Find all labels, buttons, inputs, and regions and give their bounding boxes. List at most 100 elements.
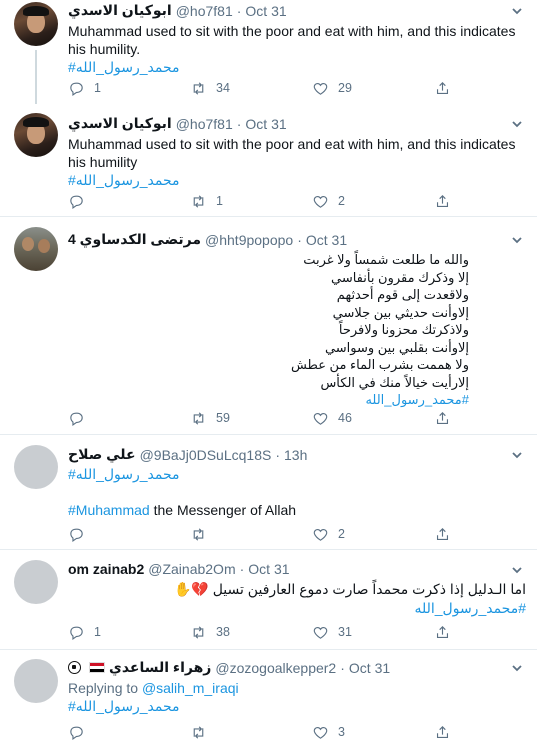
user-handle[interactable]: @9BaJj0DSuLcq18S	[140, 447, 272, 463]
like-button[interactable]: 2	[312, 524, 345, 544]
share-button[interactable]	[434, 408, 451, 428]
reply-button[interactable]: 1	[68, 78, 101, 98]
tweet-actions: 1 2	[68, 191, 488, 211]
separator-dot: ·	[236, 2, 242, 19]
reply-button[interactable]: 1	[68, 622, 101, 642]
display-name[interactable]: علي صلاح	[68, 446, 136, 463]
tweet-actions: 59 46	[68, 408, 488, 428]
retweet-button[interactable]	[190, 722, 216, 742]
hashtag-link[interactable]: #محمد_رسول_الله	[68, 697, 528, 715]
reply-button[interactable]	[68, 524, 94, 544]
more-options-icon[interactable]	[509, 232, 525, 248]
poem-line: ولاذكرتك محزونا ولافرحاً	[338, 322, 469, 337]
avatar[interactable]	[14, 659, 58, 703]
tweet-timestamp[interactable]: Oct 31	[245, 116, 286, 132]
tweet-3[interactable]: مرتضى الكدساوي 4 @hht9popopo · Oct 31 وا…	[0, 217, 537, 434]
retweet-count: 1	[216, 194, 223, 208]
broken-heart-hand-emoji: 💔✋	[173, 582, 209, 598]
share-button[interactable]	[434, 78, 451, 98]
retweet-count: 38	[216, 625, 230, 639]
tweet-text: اما الـدليل إذا ذكرت محمداً صارت دموع ال…	[68, 580, 526, 617]
tweet-2[interactable]: ابوكيان الاسدي @ho7f81 · Oct 31 Muhammad…	[0, 104, 537, 216]
retweet-button[interactable]: 59	[190, 408, 230, 428]
more-options-icon[interactable]	[509, 562, 525, 578]
tweet-5[interactable]: om zainab2 @Zainab2Om · Oct 31 اما الـدل…	[0, 550, 537, 649]
avatar[interactable]	[14, 560, 58, 604]
like-count: 2	[338, 194, 345, 208]
tweet-timestamp[interactable]: 13h	[284, 447, 307, 463]
tweet-body-text: Muhammad used to sit with the poor and e…	[68, 23, 516, 57]
tweet-text: والله ما طلعت شمساً ولا غربت إلا وذكرك م…	[68, 251, 469, 409]
tweet-text: #محمد_رسول_الله #Muhammad the Messenger …	[68, 465, 528, 519]
like-count: 29	[338, 81, 352, 95]
avatar[interactable]	[14, 445, 58, 489]
user-handle[interactable]: @ho7f81	[176, 3, 233, 19]
retweet-button[interactable]: 34	[190, 78, 230, 98]
display-name[interactable]: om zainab2	[68, 561, 144, 577]
avatar[interactable]	[14, 113, 58, 157]
hashtag-link[interactable]: #محمد_رسول_الله	[68, 58, 528, 76]
share-button[interactable]	[434, 622, 451, 642]
tweet-actions: 1 34 29	[68, 78, 488, 98]
hashtag-link[interactable]: #محمد_رسول_الله	[68, 465, 528, 483]
user-handle[interactable]: @hht9popopo	[205, 232, 293, 248]
separator-dot: ·	[236, 115, 242, 132]
tweet-1[interactable]: ابوكيان الاسدي @ho7f81 · Oct 31 Muhammad…	[0, 0, 537, 104]
user-handle[interactable]: @Zainab2Om	[148, 561, 235, 577]
reply-icon	[70, 82, 83, 96]
tweet-timestamp[interactable]: Oct 31	[306, 232, 347, 248]
tweet-4[interactable]: علي صلاح @9BaJj0DSuLcq18S · 13h #محمد_رس…	[0, 435, 537, 549]
hashtag-link[interactable]: #محمد_رسول_الله	[68, 599, 526, 617]
more-options-icon[interactable]	[509, 116, 525, 132]
reply-button[interactable]	[68, 191, 94, 211]
like-button[interactable]: 29	[312, 78, 352, 98]
share-button[interactable]	[434, 191, 451, 211]
tweet-header: ابوكيان الاسدي @ho7f81 · Oct 31	[68, 115, 287, 132]
display-name[interactable]: مرتضى الكدساوي 4	[68, 231, 201, 248]
like-count: 2	[338, 527, 345, 541]
hashtag-link[interactable]: #Muhammad	[68, 502, 150, 518]
reply-icon	[70, 412, 83, 426]
tweet-timestamp[interactable]: Oct 31	[349, 660, 390, 676]
tweet-6[interactable]: زهراء الساعدي @zozogoalkepper2 · Oct 31 …	[0, 650, 537, 747]
share-button[interactable]	[434, 524, 451, 544]
retweet-button[interactable]	[190, 524, 216, 544]
tweet-timestamp[interactable]: Oct 31	[248, 561, 289, 577]
display-name[interactable]: ابوكيان الاسدي	[68, 2, 172, 19]
avatar[interactable]	[14, 2, 58, 46]
reply-count: 1	[94, 81, 101, 95]
retweet-count: 34	[216, 81, 230, 95]
like-button[interactable]: 2	[312, 191, 345, 211]
separator-dot: ·	[275, 446, 281, 463]
display-name[interactable]: ابوكيان الاسدي	[68, 115, 172, 132]
retweet-icon	[193, 625, 204, 639]
user-handle[interactable]: @ho7f81	[176, 116, 233, 132]
like-button[interactable]: 3	[312, 722, 345, 742]
like-button[interactable]: 31	[312, 622, 352, 642]
reply-button[interactable]	[68, 408, 94, 428]
retweet-button[interactable]: 38	[190, 622, 230, 642]
tweet-header: om zainab2 @Zainab2Om · Oct 31	[68, 561, 290, 577]
more-options-icon[interactable]	[509, 3, 525, 19]
share-icon	[436, 194, 449, 207]
retweet-button[interactable]: 1	[190, 191, 223, 211]
tweet-timestamp[interactable]: Oct 31	[245, 3, 286, 19]
more-options-icon[interactable]	[509, 660, 525, 676]
hashtag-link[interactable]: #محمد_رسول_الله	[68, 171, 528, 189]
retweet-icon	[193, 411, 204, 425]
more-options-icon[interactable]	[509, 447, 525, 463]
user-handle[interactable]: @zozogoalkepper2	[215, 660, 336, 676]
tweet-actions: 1 38 31	[68, 622, 488, 642]
retweet-icon	[193, 81, 204, 95]
reply-icon	[70, 528, 83, 542]
like-count: 31	[338, 625, 352, 639]
avatar[interactable]	[14, 227, 58, 271]
reply-button[interactable]	[68, 722, 94, 742]
share-button[interactable]	[434, 722, 451, 742]
like-button[interactable]: 46	[312, 408, 352, 428]
hashtag-link[interactable]: #محمد_رسول_الله	[68, 391, 469, 409]
display-name[interactable]: زهراء الساعدي	[109, 659, 211, 676]
replying-to-handle[interactable]: @salih_m_iraqi	[142, 680, 239, 696]
tweet-header: مرتضى الكدساوي 4 @hht9popopo · Oct 31	[68, 231, 347, 248]
